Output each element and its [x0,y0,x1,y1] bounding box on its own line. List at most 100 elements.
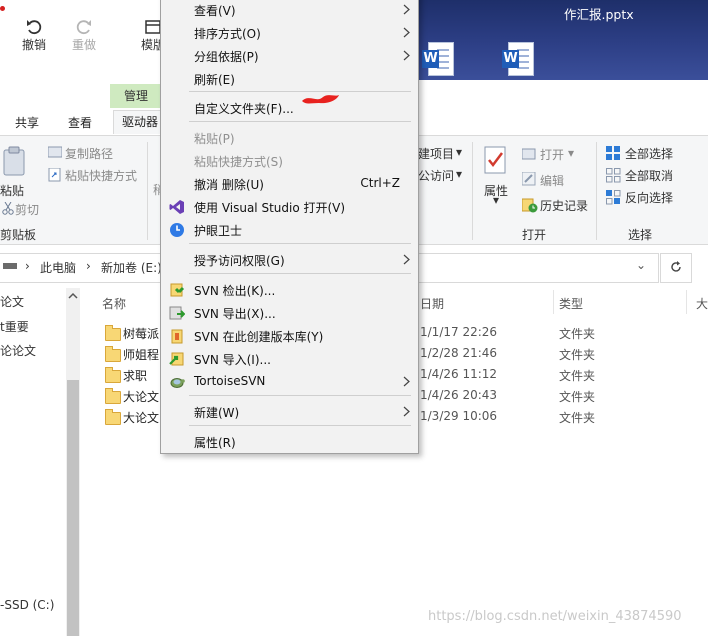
menu-item-undo-delete[interactable]: 撤消 删除(U) Ctrl+Z [161,173,418,195]
invert-selection-icon [606,190,621,205]
menu-item-sort-by[interactable]: 排序方式(O) [161,22,418,44]
menu-item-group-by[interactable]: 分组依据(P) [161,45,418,67]
tortoise-icon [169,374,185,390]
visual-studio-icon [169,199,185,215]
menu-item-new[interactable]: 新建(W) [161,401,418,423]
edit-button[interactable]: 编辑 [540,172,564,189]
clipboard-icon [2,146,26,176]
nav-item-drive[interactable]: -SSD (C:) [0,598,54,612]
redo-label: 重做 [71,38,96,52]
context-menu: 查看(V) 排序方式(O) 分组依据(P) 刷新(E) 自定义文件夹(F)...… [160,0,419,454]
undo-icon [9,10,59,36]
chevron-down-icon: ▾ [568,146,575,160]
redo-button[interactable]: 重做 [59,10,109,53]
menu-item-label: 使用 Visual Studio 打开(V) [194,201,346,215]
chevron-down-icon: ▾ [456,167,463,181]
nav-item[interactable]: 论文 [0,293,24,310]
menu-item-eye-guard[interactable]: 护眼卫士 [161,219,418,241]
clipboard-group-label: 剪贴板 [0,228,37,242]
menu-item-label: SVN 检出(K)... [194,284,276,298]
chevron-right-icon [403,4,410,15]
tab-drive-tools[interactable]: 驱动器 [113,110,168,134]
menu-item-properties[interactable]: 属性(R) [161,431,418,453]
menu-item-tortoisesvn[interactable]: TortoiseSVN [161,371,418,393]
menu-item-label: SVN 在此创建版本库(Y) [194,330,324,344]
select-none-icon [606,168,621,183]
menu-item-label: 刷新(E) [194,73,235,87]
svn-checkout-icon [169,282,185,298]
copy-path-icon [48,146,62,158]
chevron-right-icon [403,27,410,38]
paste-shortcut-button[interactable]: 粘贴快捷方式 [65,167,137,184]
file-date: 1/4/26 20:43 [420,388,498,402]
paste-button[interactable]: 粘贴 [0,182,24,199]
menu-item-customize-folder[interactable]: 自定义文件夹(F)... [161,97,418,119]
file-type: 文件夹 [559,411,596,425]
svn-create-repo-icon [169,328,185,344]
chevron-down-icon[interactable]: ⌄ [636,258,646,272]
file-type: 文件夹 [559,369,596,383]
menu-item-view[interactable]: 查看(V) [161,0,418,21]
menu-item-paste-shortcut[interactable]: 粘贴快捷方式(S) [161,150,418,172]
chevron-right-icon [403,376,410,387]
column-header-name[interactable]: 名称 [102,295,126,312]
cut-button[interactable]: 剪切 [15,201,39,218]
column-header-date[interactable]: 日期 [420,295,444,312]
word-doc-icon[interactable]: W [502,42,534,78]
chevron-right-icon [403,50,410,61]
chevron-right-icon [403,406,410,417]
folder-icon [105,367,121,383]
menu-item-label: 粘贴(P) [194,132,235,146]
breadcrumb-volume[interactable]: 新加卷 (E:) [101,259,162,276]
select-none-button[interactable]: 全部取消 [625,167,673,184]
column-divider[interactable] [686,290,687,314]
chevron-up-icon[interactable] [68,292,78,299]
file-name: 师姐程 [123,348,160,362]
file-type: 文件夹 [559,390,596,404]
scrollbar-thumb[interactable] [67,380,79,636]
word-doc-icon[interactable]: W [422,42,454,78]
chevron-right-icon: › [25,259,30,273]
invert-selection-button[interactable]: 反向选择 [625,189,673,206]
nav-item[interactable]: 论论文 [0,342,36,359]
menu-item-paste[interactable]: 粘贴(P) [161,127,418,149]
cut-icon [2,202,14,215]
menu-item-label: SVN 导出(X)... [194,307,276,321]
menu-item-svn-import[interactable]: SVN 导入(I)... [161,348,418,370]
menu-separator [189,425,411,426]
open-group-label: 打开 [522,228,547,242]
select-all-button[interactable]: 全部选择 [625,145,673,162]
menu-item-svn-export[interactable]: SVN 导出(X)... [161,302,418,324]
menu-item-label: 粘贴快捷方式(S) [194,155,283,169]
menu-item-grant-access[interactable]: 授予访问权限(G) [161,249,418,271]
easy-access-button[interactable]: 公访问 [418,167,454,184]
menu-item-svn-create-repo[interactable]: SVN 在此创建版本库(Y) [161,325,418,347]
menu-item-label: 属性(R) [194,436,236,450]
history-button[interactable]: 历史记录 [540,197,588,214]
menu-item-label: 排序方式(O) [194,27,261,41]
menu-item-svn-checkout[interactable]: SVN 检出(K)... [161,279,418,301]
open-button[interactable]: 打开 [540,146,564,163]
refresh-icon [669,260,683,274]
tab-share[interactable]: 共享 [15,114,39,131]
edit-icon [522,172,536,186]
undo-button[interactable]: 撤销 [9,10,59,53]
file-date: 1/2/28 21:46 [420,346,498,360]
column-header-type[interactable]: 类型 [559,295,583,312]
file-name: 树莓派 [123,327,160,341]
column-header-size[interactable]: 大 [696,295,708,312]
file-name: 求职 [123,369,148,383]
new-item-button[interactable]: 建项目 [418,145,454,162]
nav-item[interactable]: t重要 [0,318,29,335]
ribbon-separator [472,142,473,240]
menu-item-open-visual-studio[interactable]: 使用 Visual Studio 打开(V) [161,196,418,218]
tab-view[interactable]: 查看 [68,114,92,131]
column-divider[interactable] [553,290,554,314]
menu-item-refresh[interactable]: 刷新(E) [161,68,418,90]
tab-manage[interactable]: 管理 [110,84,162,108]
breadcrumb-this-pc[interactable]: 此电脑 [40,259,76,276]
notification-dot [0,6,5,11]
refresh-button[interactable] [660,253,692,283]
menu-separator [189,243,411,244]
copy-path-button[interactable]: 复制路径 [65,145,113,162]
